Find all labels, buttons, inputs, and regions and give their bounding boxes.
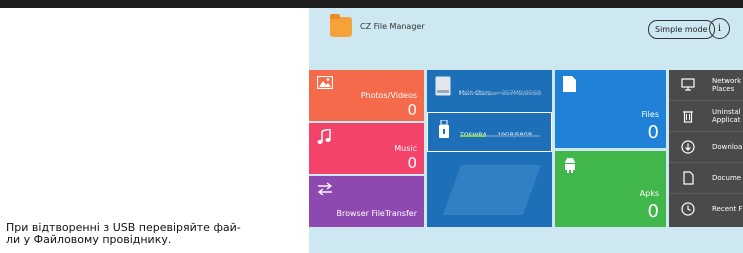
usb-storage-usage-bar <box>460 135 540 137</box>
browser-filetransfer-label: Browser FileTransfer <box>336 209 417 218</box>
photos-videos-count: 0 <box>407 101 417 119</box>
storage-background-graphic <box>442 165 542 215</box>
monitor-icon <box>681 78 695 91</box>
side-item-label: Network Places <box>712 77 742 93</box>
main-storage-usage-bar <box>459 92 539 94</box>
side-menu: Network Places Uninstal Applicat Downloa <box>669 70 743 227</box>
simple-mode-button[interactable]: Simple mode <box>648 20 715 39</box>
apks-count: 0 <box>647 201 659 222</box>
side-item-label: Uninstal Applicat <box>712 108 741 124</box>
download-icon <box>681 140 695 154</box>
storage-main[interactable]: Main Stora... 357MB/25GB <box>427 70 552 110</box>
music-note-icon <box>317 129 331 144</box>
side-item-downloads[interactable]: Downloa <box>669 132 743 163</box>
image-icon <box>317 76 333 89</box>
caption-line-2: ли у Файловому провіднику. <box>6 233 172 246</box>
clock-icon <box>681 202 695 216</box>
music-count: 0 <box>407 154 417 172</box>
top-black-bar <box>0 0 743 8</box>
photos-videos-label: Photos/Videos <box>360 91 417 100</box>
file-icon <box>683 171 694 185</box>
side-item-recent-files[interactable]: Recent F <box>669 194 743 224</box>
tile-apks[interactable]: Apks 0 <box>555 151 666 227</box>
phone-storage-icon <box>435 76 451 96</box>
tile-files[interactable]: Files 0 <box>555 70 666 148</box>
tile-browser-filetransfer[interactable]: Browser FileTransfer <box>309 176 424 227</box>
tile-photos-videos[interactable]: Photos/Videos 0 <box>309 70 424 121</box>
document-icon <box>563 76 576 92</box>
side-item-label: Recent F <box>712 205 743 213</box>
android-icon <box>565 157 575 173</box>
folder-icon <box>330 14 352 37</box>
side-item-network-places[interactable]: Network Places <box>669 70 743 101</box>
apks-label: Apks <box>639 189 659 198</box>
storage-usb[interactable]: TOSHIBA... 19GB/58GB <box>427 112 552 152</box>
tile-music[interactable]: Music 0 <box>309 123 424 174</box>
file-manager-screen: CZ File Manager Simple mode i Photos/Vid… <box>309 8 743 253</box>
trash-icon <box>683 111 693 123</box>
side-item-documents[interactable]: Docume <box>669 163 743 194</box>
side-item-uninstall-apps[interactable]: Uninstal Applicat <box>669 101 743 132</box>
music-label: Music <box>394 144 417 153</box>
app-title: CZ File Manager <box>360 22 425 31</box>
files-label: Files <box>641 110 659 119</box>
transfer-arrows-icon <box>317 182 333 195</box>
caption-text: При відтворенні з USB перевіряйте фай- л… <box>6 222 302 246</box>
side-item-label: Docume <box>712 174 742 182</box>
storage-panel: Main Stora... 357MB/25GB TOSHIBA... 19GB… <box>427 70 552 227</box>
info-button[interactable]: i <box>709 18 730 39</box>
usb-drive-icon <box>439 120 449 138</box>
side-item-label: Downloa <box>712 143 743 151</box>
files-count: 0 <box>647 122 659 143</box>
